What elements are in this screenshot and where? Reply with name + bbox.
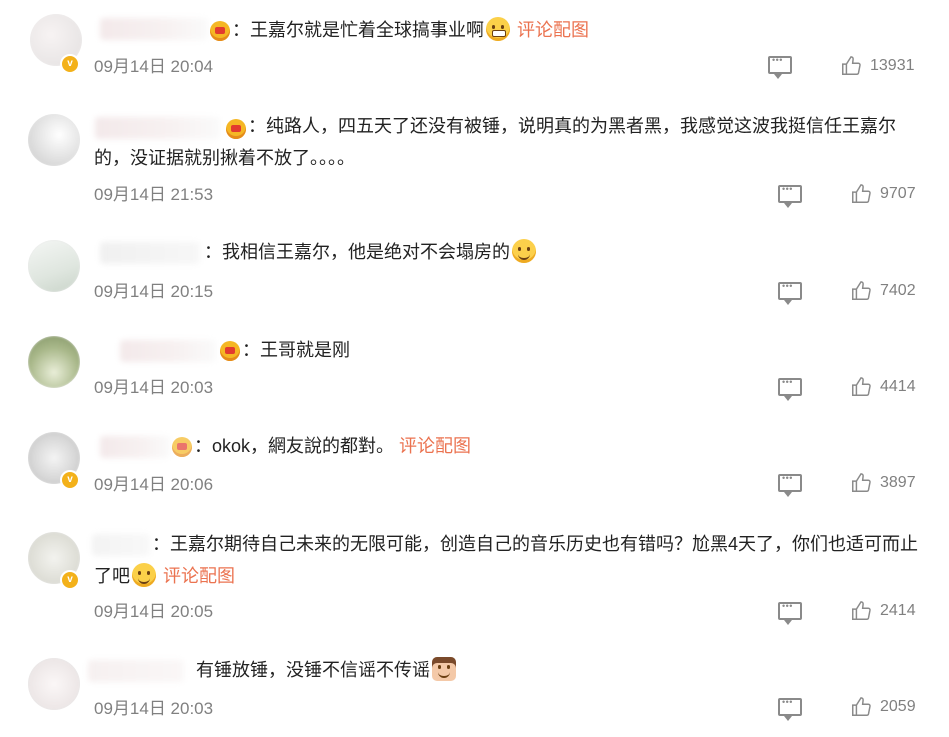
timestamp: 09月14日 21:53 (94, 185, 214, 204)
image-link[interactable]: 评论配图 (163, 566, 235, 586)
fan-crown-icon (220, 341, 240, 361)
username-blurred[interactable] (100, 436, 170, 458)
like-button[interactable]: 9707 (850, 183, 916, 205)
avatar[interactable] (28, 114, 80, 166)
timestamp: 09月14日 20:04 (94, 57, 214, 76)
thumbs-up-icon (852, 184, 871, 203)
comment-text-line2: 的，没证据就别揪着不放了。。。。 (94, 148, 355, 168)
verified-badge-icon: v (60, 470, 80, 490)
comment-body: 有锤放锤，没锤不信谣不传谣 (196, 660, 430, 680)
like-count: 4414 (880, 378, 916, 395)
comment-body: ：okok，網友說的都對。 (194, 436, 395, 456)
grin-emoji-icon (486, 17, 510, 41)
username-blurred[interactable] (92, 534, 150, 556)
like-button[interactable]: 2414 (850, 600, 916, 622)
smile-emoji-icon (132, 563, 156, 587)
like-button[interactable]: 3897 (850, 472, 916, 494)
fan-crown-icon (172, 437, 192, 457)
like-count: 2414 (880, 602, 916, 619)
crying-emoji-icon (512, 239, 536, 263)
thumbs-up-icon (852, 473, 871, 492)
comment-icon[interactable] (778, 184, 802, 208)
timestamp: 09月14日 20:03 (94, 378, 214, 397)
like-count: 9707 (880, 185, 916, 202)
username-blurred[interactable] (120, 340, 216, 362)
thumbs-up-icon (852, 281, 871, 300)
comment-icon[interactable] (778, 697, 802, 721)
username-blurred[interactable] (88, 660, 184, 682)
fan-crown-icon (210, 21, 230, 41)
thumbs-up-icon (852, 697, 871, 716)
username-blurred[interactable] (100, 18, 208, 40)
avatar[interactable] (28, 658, 80, 710)
like-count: 7402 (880, 282, 916, 299)
timestamp: 09月14日 20:06 (94, 475, 214, 494)
comment-text: ：我相信王嘉尔，他是绝对不会塌房的 (204, 236, 538, 268)
like-count: 2059 (880, 698, 916, 715)
like-button[interactable]: 13931 (840, 55, 915, 77)
like-button[interactable]: 7402 (850, 280, 916, 302)
timestamp: 09月14日 20:03 (94, 699, 214, 718)
comment-body: 了吧 (94, 566, 130, 586)
timestamp: 09月14日 20:05 (94, 602, 214, 621)
comment-text: ：王哥就是刚 (242, 340, 350, 360)
thumbs-up-icon (842, 56, 861, 75)
image-link[interactable]: 评论配图 (399, 436, 471, 456)
like-button[interactable]: 2059 (850, 696, 916, 718)
like-count: 13931 (870, 57, 915, 74)
comment-text: ：王嘉尔期待自己未来的无限可能，创造自己的音乐历史也有错吗？尬黑4天了，你们也适… (152, 534, 919, 554)
thumbs-up-icon (852, 377, 871, 396)
username-blurred[interactable] (95, 117, 220, 139)
comment-text: ：okok，網友說的都對。 评论配图 (194, 430, 471, 462)
comment-text-line2: 了吧 评论配图 (94, 560, 235, 592)
comment-text: ：王嘉尔就是忙着全球搞事业啊 评论配图 (232, 14, 589, 46)
thumbs-up-icon (852, 601, 871, 620)
verified-badge-icon: v (60, 570, 80, 590)
comment-body: ：王嘉尔就是忙着全球搞事业啊 (232, 20, 484, 40)
avatar[interactable] (28, 336, 80, 388)
comment-text: 有锤放锤，没锤不信谣不传谣 (196, 654, 458, 686)
comment-icon[interactable] (778, 281, 802, 305)
comment-icon[interactable] (778, 473, 802, 497)
fan-crown-icon (226, 119, 246, 139)
comment-icon[interactable] (778, 377, 802, 401)
girl-emoji-icon (432, 657, 456, 681)
like-button[interactable]: 4414 (850, 376, 916, 398)
image-link[interactable]: 评论配图 (517, 20, 589, 40)
comment-icon[interactable] (778, 601, 802, 625)
timestamp: 09月14日 20:15 (94, 282, 214, 301)
comment-text: ：纯路人，四五天了还没有被锤，说明真的为黑者黑，我感觉这波我挺信任王嘉尔 (248, 116, 896, 136)
comment-icon[interactable] (768, 55, 792, 79)
comment-body: ：我相信王嘉尔，他是绝对不会塌房的 (204, 242, 510, 262)
like-count: 3897 (880, 474, 916, 491)
username-blurred[interactable] (100, 242, 200, 264)
verified-badge-icon: v (60, 54, 80, 74)
avatar[interactable] (28, 240, 80, 292)
